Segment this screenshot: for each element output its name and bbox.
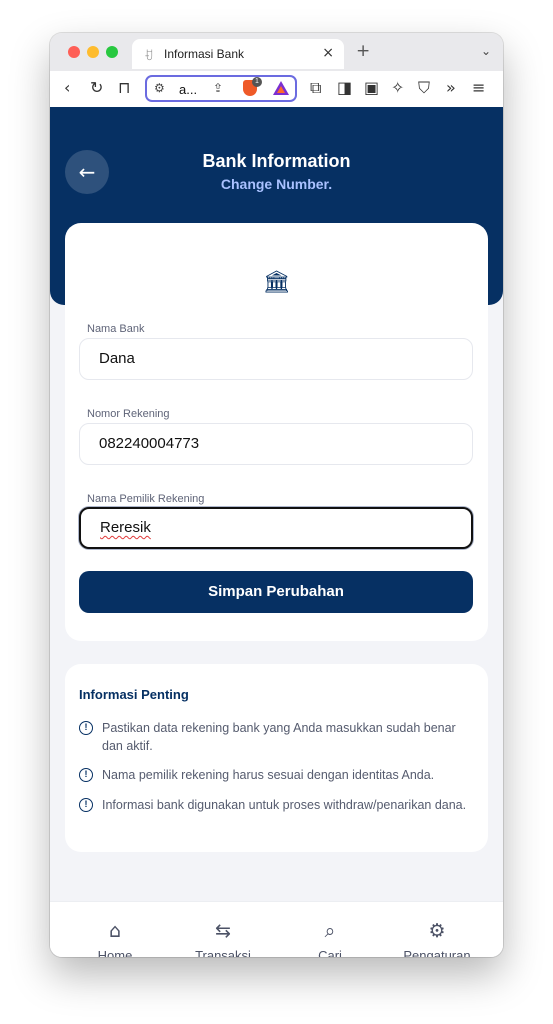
bank-form-card: 🏛 Nama Bank Dana Nomor Rekening 08224000… (65, 223, 488, 641)
tab-title: Informasi Bank (164, 47, 245, 61)
bookmark-icon[interactable]: ⊓ (118, 79, 130, 97)
back-nav-icon[interactable]: ‹ (64, 79, 70, 97)
close-window-button[interactable] (68, 46, 80, 58)
save-changes-button[interactable]: Simpan Perubahan (79, 571, 473, 613)
page-subtitle: Change Number. (220, 176, 333, 192)
tab-close-icon[interactable]: × (322, 45, 334, 61)
info-item-text: Informasi bank digunakan untuk proses wi… (102, 798, 467, 812)
leo-ai-icon[interactable]: ✧ (391, 79, 404, 97)
page-title: Bank Information (202, 151, 351, 171)
account-number-label: Nomor Rekening (87, 408, 170, 420)
favicon-icon: ꀀ (144, 49, 154, 63)
info-alert-icon: ! (79, 798, 93, 812)
nav-item-cari[interactable]: ⌕ Cari (280, 902, 380, 957)
address-bar[interactable]: ⚙ a... ⇪ 1 (145, 75, 297, 102)
account-holder-field[interactable]: Reresik (79, 507, 473, 549)
nav-label: Pengaturan (403, 948, 471, 957)
info-alert-icon: ! (79, 768, 93, 782)
extensions-icon[interactable]: ⧉ (310, 79, 321, 97)
bank-name-label: Nama Bank (87, 323, 145, 335)
menu-icon[interactable]: ≡ (472, 79, 485, 97)
bottom-nav: ⌂ Home ⇆ Transaksi ⌕ Cari ⚙ Pengaturan (50, 901, 503, 957)
home-icon: ⌂ (108, 920, 122, 942)
nav-label: Transaksi (195, 948, 251, 957)
browser-toolbar: ‹ ↻ ⊓ ⚙ a... ⇪ 1 ⧉ ◨ ▣ ✧ ⛉ » ≡ (50, 71, 503, 108)
bank-name-field[interactable]: Dana (79, 338, 473, 380)
new-tab-button[interactable]: + (356, 41, 370, 61)
nav-label: Home (97, 948, 133, 957)
minimize-window-button[interactable] (87, 46, 99, 58)
info-item-text: Nama pemilik rekening harus sesuai denga… (102, 768, 435, 782)
browser-window: ꀀ Informasi Bank × + ⌄ ‹ ↻ ⊓ ⚙ a... ⇪ 1 … (50, 33, 503, 957)
maximize-window-button[interactable] (106, 46, 118, 58)
wallet-icon[interactable]: ▣ (364, 79, 379, 97)
url-text[interactable]: a... (179, 82, 197, 97)
more-tools-icon[interactable]: » (446, 79, 456, 97)
swap-icon: ⇆ (215, 920, 231, 942)
sidebar-icon[interactable]: ◨ (337, 79, 352, 97)
nav-item-pengaturan[interactable]: ⚙ Pengaturan (387, 902, 487, 957)
nav-item-home[interactable]: ⌂ Home (65, 902, 165, 957)
important-info-card: Informasi Penting ! Pastikan data rekeni… (65, 664, 488, 852)
shields-count-badge: 1 (252, 77, 262, 87)
browser-tab[interactable]: ꀀ Informasi Bank × (132, 39, 344, 69)
vpn-shield-icon[interactable]: ⛉ (418, 79, 430, 97)
bank-icon: 🏛 (262, 270, 291, 295)
page-content: ← Bank Information Change Number. 🏛 Nama… (50, 107, 503, 957)
site-settings-icon[interactable]: ⚙ (154, 81, 165, 95)
account-holder-label: Nama Pemilik Rekening (87, 493, 205, 505)
nav-item-transaksi[interactable]: ⇆ Transaksi (173, 902, 273, 957)
info-title: Informasi Penting (79, 687, 189, 702)
gear-icon: ⚙ (428, 920, 446, 942)
search-icon: ⌕ (324, 920, 336, 942)
brave-rewards-inner (277, 86, 285, 93)
title-bar: ꀀ Informasi Bank × + ⌄ (50, 33, 503, 71)
info-alert-icon: ! (79, 721, 93, 735)
tab-list-chevron-icon[interactable]: ⌄ (481, 44, 491, 58)
account-holder-value: Reresik (100, 519, 151, 536)
info-item-text: Pastikan data rekening bank yang Anda ma… (102, 721, 456, 753)
nav-label: Cari (318, 948, 342, 957)
account-number-field[interactable]: 082240004773 (79, 423, 473, 465)
share-icon[interactable]: ⇪ (213, 81, 223, 95)
reload-icon[interactable]: ↻ (90, 79, 103, 97)
